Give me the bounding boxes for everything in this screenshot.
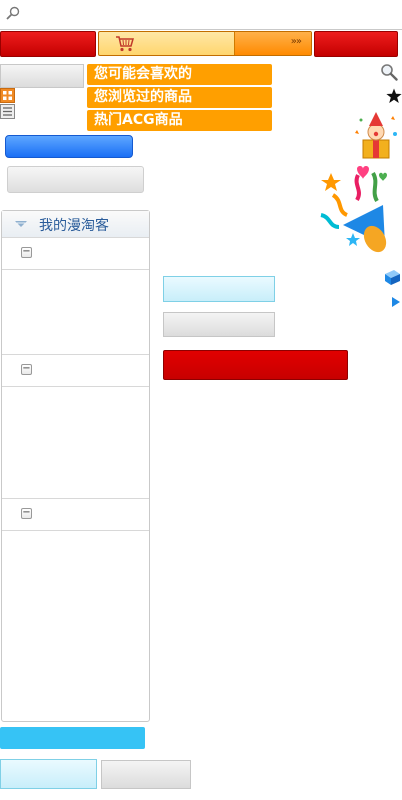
collapse-toggle-icon[interactable]: − <box>21 247 32 258</box>
party-decoration-icon <box>320 166 387 253</box>
collapse-toggle-icon[interactable]: − <box>21 508 32 519</box>
grid-view-icon[interactable] <box>0 88 15 103</box>
star-icon[interactable] <box>386 88 402 104</box>
grey-button[interactable] <box>7 166 144 193</box>
cyan-bar[interactable] <box>0 727 145 749</box>
search-icon[interactable] <box>380 63 398 81</box>
header-red-button-left[interactable] <box>0 31 96 57</box>
double-chevron-icon: »» <box>290 36 302 47</box>
menu-item-history[interactable]: 您浏览过的商品 <box>87 87 272 108</box>
grey-tab[interactable] <box>0 64 84 88</box>
gift-box-icon[interactable] <box>382 266 402 286</box>
menu-item-recommended[interactable]: 您可能会喜欢的 <box>87 64 272 85</box>
panel-section-2-header[interactable]: − <box>2 354 149 387</box>
red-action-button[interactable] <box>163 350 348 380</box>
shopping-cart-bar[interactable]: »» <box>98 31 312 56</box>
panel-section-1-header[interactable]: − <box>2 237 149 270</box>
my-mantaoke-panel: 我的漫淘客 − − − <box>1 210 150 722</box>
cart-icon <box>116 36 134 52</box>
search-bar[interactable] <box>0 0 402 30</box>
collapse-toggle-icon[interactable]: − <box>21 364 32 375</box>
panel-section-3-header[interactable]: − <box>2 498 149 531</box>
blue-button[interactable] <box>5 135 133 158</box>
tab-inactive[interactable] <box>101 760 191 789</box>
clown-gift-icon <box>355 112 397 159</box>
panel-header[interactable]: 我的漫淘客 <box>2 211 149 238</box>
header-red-button-right[interactable] <box>314 31 398 57</box>
panel-title: 我的漫淘客 <box>39 218 109 234</box>
search-icon[interactable] <box>6 6 20 20</box>
tab-active[interactable] <box>0 759 97 789</box>
menu-item-hot-acg[interactable]: 热门ACG商品 <box>87 110 272 131</box>
collapse-triangle-icon <box>15 221 27 227</box>
play-arrow-icon[interactable] <box>391 296 401 308</box>
list-view-icon[interactable] <box>0 104 15 119</box>
grey-input-box[interactable] <box>163 312 275 337</box>
cyan-input-box[interactable] <box>163 276 275 302</box>
